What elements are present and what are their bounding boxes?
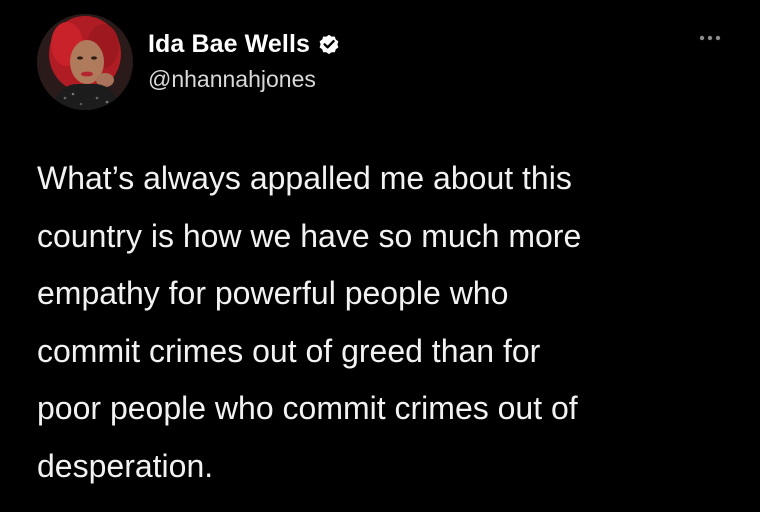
more-options-icon [699, 35, 721, 41]
profile-photo-icon [37, 14, 133, 110]
name-row: Ida Bae Wells [148, 28, 648, 60]
user-handle[interactable]: @nhannahjones [148, 66, 648, 93]
tweet-card: Ida Bae Wells @nhannahjones What’s alway… [0, 0, 760, 512]
more-options-button[interactable] [690, 26, 730, 50]
tweet-text: What’s always appalled me about this cou… [37, 160, 582, 484]
tweet-header: Ida Bae Wells @nhannahjones [148, 28, 648, 93]
verified-badge-icon [317, 32, 341, 56]
display-name[interactable]: Ida Bae Wells [148, 30, 310, 59]
avatar[interactable] [37, 14, 133, 110]
